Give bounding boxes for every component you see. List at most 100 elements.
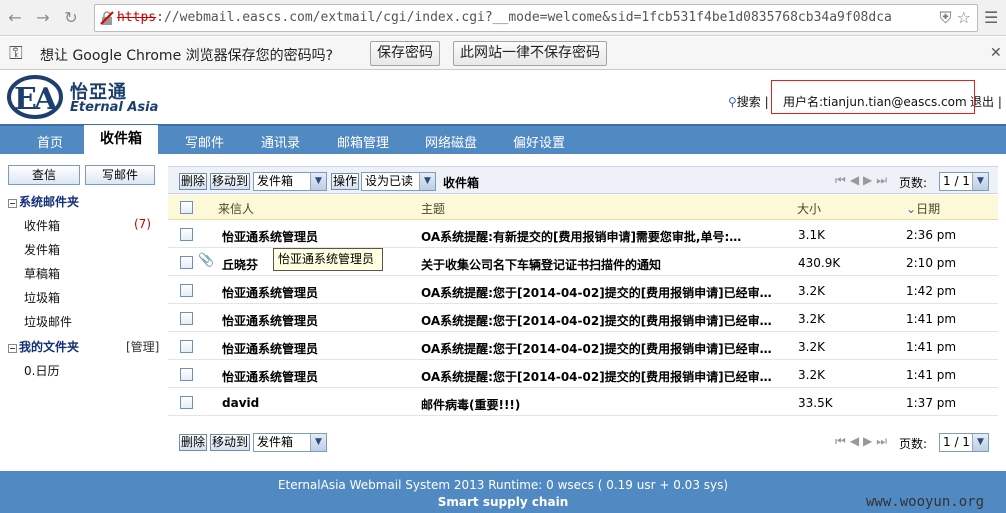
first-page-icon[interactable]: ⏮ <box>835 173 850 187</box>
nav-preferences[interactable]: 偏好设置 <box>513 132 565 151</box>
menu-icon[interactable]: ☰ <box>984 8 1000 27</box>
column-date[interactable]: ⌄日期 <box>906 200 940 217</box>
manage-folders-link[interactable]: [管理] <box>126 338 159 355</box>
delete-button[interactable]: 删除 <box>179 434 208 451</box>
delete-button[interactable]: 删除 <box>179 173 208 190</box>
pager-arrows[interactable]: ⏮◀▶⏭ <box>835 434 891 449</box>
folder-calendar[interactable]: 0.日历 <box>24 362 59 379</box>
message-subject[interactable]: 邮件病毒(重要!!!) <box>421 396 793 413</box>
nav-mailbox-manage[interactable]: 邮箱管理 <box>337 132 389 151</box>
action-button[interactable]: 操作 <box>331 173 360 190</box>
folder-drafts[interactable]: 草稿箱 <box>24 265 60 282</box>
close-icon[interactable]: ✕ <box>990 45 1002 61</box>
forward-icon[interactable]: → <box>32 7 54 29</box>
save-password-infobar: ⚿ 想让 Google Chrome 浏览器保存您的密码吗? 保存密码 此网站一… <box>0 37 1006 70</box>
row-checkbox[interactable] <box>180 284 193 297</box>
select-all-checkbox[interactable] <box>180 201 193 214</box>
table-row[interactable]: 怡亚通系统管理员 OA系统提醒:您于[2014-04-02]提交的[费用报销申请]… <box>168 332 998 360</box>
last-page-icon[interactable]: ⏭ <box>876 434 891 448</box>
back-icon[interactable]: ← <box>4 7 26 29</box>
prev-page-icon[interactable]: ◀ <box>850 434 863 448</box>
compose-button[interactable]: 写邮件 <box>85 165 155 185</box>
nav-compose[interactable]: 写邮件 <box>185 132 224 151</box>
page-value: 1 / 1 <box>943 435 970 449</box>
row-checkbox[interactable] <box>180 228 193 241</box>
message-list-header: 来信人 主题 大小 ⌄日期 <box>168 195 998 220</box>
message-subject[interactable]: OA系统提醒:您于[2014-04-02]提交的[费用报销申请]已经审… <box>421 368 793 385</box>
message-subject[interactable]: OA系统提醒:您于[2014-04-02]提交的[费用报销申请]已经审… <box>421 312 793 329</box>
move-to-button[interactable]: 移动到 <box>210 434 251 451</box>
omnibox-icons: ⛨ ☆ <box>940 8 971 28</box>
next-page-icon[interactable]: ▶ <box>863 434 876 448</box>
pager-arrows[interactable]: ⏮◀▶⏭ <box>835 173 891 188</box>
never-save-button[interactable]: 此网站一律不保存密码 <box>453 41 607 66</box>
table-row[interactable]: 怡亚通系统管理员 OA系统提醒:您于[2014-04-02]提交的[费用报销申请]… <box>168 360 998 388</box>
save-password-button[interactable]: 保存密码 <box>370 41 440 66</box>
row-checkbox[interactable] <box>180 368 193 381</box>
nav-inbox[interactable]: 收件箱 <box>84 125 158 155</box>
url-rest: ://webmail.eascs.com/extmail/cgi/index.c… <box>156 10 892 25</box>
folder-inbox[interactable]: 收件箱 <box>24 217 60 234</box>
mark-as-select[interactable]: 设为已读 ▼ <box>361 172 436 191</box>
message-date: 1:42 pm <box>906 284 957 298</box>
mark-as-value: 设为已读 <box>365 174 414 188</box>
message-subject[interactable]: 关于收集公司名下车辆登记证书扫描件的通知 <box>421 256 793 273</box>
check-mail-button[interactable]: 查信 <box>8 165 80 185</box>
reload-icon[interactable]: ↻ <box>60 7 82 29</box>
row-checkbox[interactable] <box>180 396 193 409</box>
address-bar[interactable]: https://webmail.eascs.com/extmail/cgi/in… <box>94 4 978 32</box>
row-checkbox[interactable] <box>180 256 193 269</box>
nav-contacts[interactable]: 通讯录 <box>261 132 300 151</box>
nav-netdisk[interactable]: 网络磁盘 <box>425 132 477 151</box>
row-checkbox[interactable] <box>180 312 193 325</box>
row-checkbox[interactable] <box>180 340 193 353</box>
move-target-select[interactable]: 发件箱 ▼ <box>253 433 327 452</box>
message-subject[interactable]: OA系统提醒:有新提交的[费用报销申请]需要您审批,单号:… <box>421 228 793 245</box>
page-select[interactable]: 1 / 1 ▼ <box>939 172 989 191</box>
folder-trash[interactable]: 垃圾箱 <box>24 289 60 306</box>
message-from[interactable]: 怡亚通系统管理员 <box>222 312 412 329</box>
table-row[interactable]: 怡亚通系统管理员 OA系统提醒:您于[2014-04-02]提交的[费用报销申请]… <box>168 304 998 332</box>
move-target-value: 发件箱 <box>257 435 294 449</box>
page-value: 1 / 1 <box>943 174 970 188</box>
main-nav: 首页 收件箱 写邮件 通讯录 邮箱管理 网络磁盘 偏好设置 <box>0 124 1006 155</box>
folder-sent[interactable]: 发件箱 <box>24 241 60 258</box>
message-from[interactable]: 怡亚通系统管理员 <box>222 368 412 385</box>
star-icon[interactable]: ☆ <box>957 8 971 27</box>
message-date: 1:37 pm <box>906 396 957 410</box>
message-size: 3.1K <box>798 228 825 242</box>
table-row[interactable]: 怡亚通系统管理员 OA系统提醒:有新提交的[费用报销申请]需要您审批,单号:… 3.… <box>168 220 998 248</box>
system-folders-header[interactable]: − 系统邮件夹 <box>8 193 79 210</box>
next-page-icon[interactable]: ▶ <box>863 173 876 187</box>
column-from[interactable]: 来信人 <box>218 200 254 217</box>
column-subject[interactable]: 主题 <box>421 200 445 217</box>
page-select[interactable]: 1 / 1 ▼ <box>939 433 989 452</box>
message-size: 3.2K <box>798 340 825 354</box>
pages-label: 页数: <box>899 437 928 451</box>
shield-icon[interactable]: ⛨ <box>940 8 952 27</box>
move-target-select[interactable]: 发件箱 ▼ <box>253 172 327 191</box>
prev-page-icon[interactable]: ◀ <box>850 173 863 187</box>
message-from[interactable]: 怡亚通系统管理员 <box>222 228 412 245</box>
my-folders-label: 我的文件夹 <box>19 340 80 354</box>
my-folders-header[interactable]: − 我的文件夹 <box>8 338 79 355</box>
message-date: 1:41 pm <box>906 340 957 354</box>
last-page-icon[interactable]: ⏭ <box>876 173 891 187</box>
collapse-icon[interactable]: − <box>8 199 17 208</box>
table-row[interactable]: david 邮件病毒(重要!!!) 33.5K 1:37 pm <box>168 388 998 416</box>
table-row[interactable]: 怡亚通系统管理员 OA系统提醒:您于[2014-04-02]提交的[费用报销申请]… <box>168 276 998 304</box>
message-subject[interactable]: OA系统提醒:您于[2014-04-02]提交的[费用报销申请]已经审… <box>421 284 793 301</box>
message-from[interactable]: david <box>222 396 412 410</box>
message-from[interactable]: 怡亚通系统管理员 <box>222 284 412 301</box>
folder-spam[interactable]: 垃圾邮件 <box>24 313 72 330</box>
collapse-icon[interactable]: − <box>8 344 17 353</box>
message-subject[interactable]: OA系统提醒:您于[2014-04-02]提交的[费用报销申请]已经审… <box>421 340 793 357</box>
move-to-button[interactable]: 移动到 <box>210 173 251 190</box>
column-date-label: 日期 <box>916 202 941 216</box>
message-from[interactable]: 怡亚通系统管理员 <box>222 340 412 357</box>
first-page-icon[interactable]: ⏮ <box>835 434 850 448</box>
column-size[interactable]: 大小 <box>797 200 821 217</box>
nav-home[interactable]: 首页 <box>37 132 63 151</box>
message-date: 1:41 pm <box>906 368 957 382</box>
search-link[interactable]: ⚲搜索 | <box>728 93 769 110</box>
